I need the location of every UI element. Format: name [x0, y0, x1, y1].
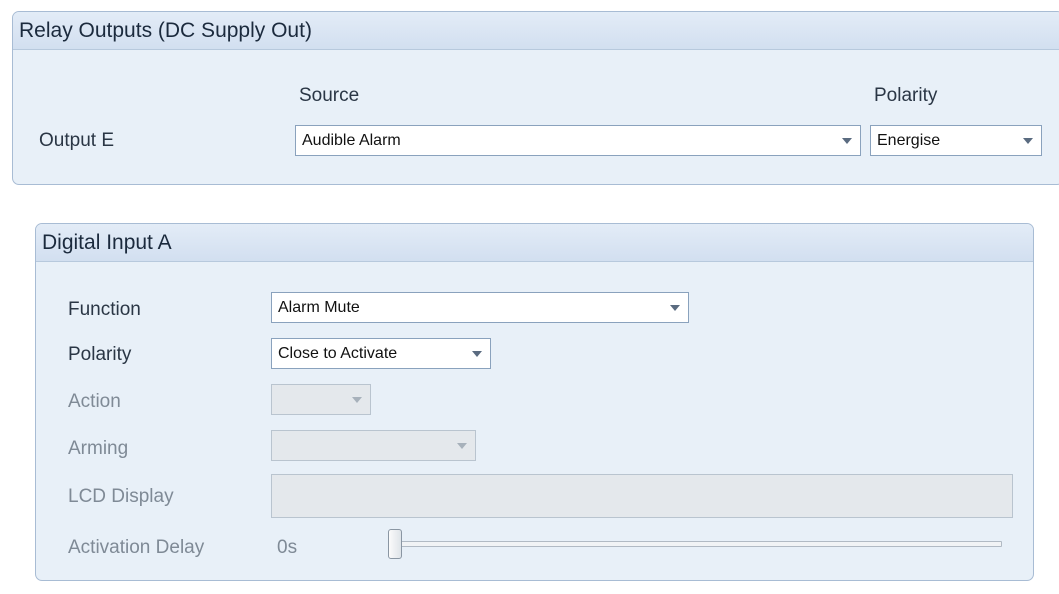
chevron-down-icon — [457, 443, 467, 449]
output-e-source-value: Audible Alarm — [302, 132, 401, 149]
arming-select[interactable] — [271, 430, 476, 461]
lcd-display-input[interactable] — [271, 474, 1013, 518]
function-value: Alarm Mute — [278, 299, 360, 316]
polarity-label: Polarity — [68, 344, 132, 365]
activation-delay-slider-track[interactable] — [390, 541, 1002, 547]
activation-delay-label: Activation Delay — [68, 537, 205, 558]
function-label: Function — [68, 299, 141, 320]
action-label: Action — [68, 391, 121, 412]
chevron-down-icon — [670, 305, 680, 311]
output-e-label: Output E — [39, 130, 114, 151]
chevron-down-icon — [1023, 138, 1033, 144]
polarity-column-header: Polarity — [874, 85, 938, 106]
chevron-down-icon — [842, 138, 852, 144]
output-e-source-select[interactable]: Audible Alarm — [295, 125, 861, 156]
source-column-header: Source — [299, 85, 360, 106]
action-select[interactable] — [271, 384, 371, 415]
chevron-down-icon — [352, 397, 362, 403]
polarity-value: Close to Activate — [278, 345, 398, 362]
digital-input-a-title: Digital Input A — [36, 224, 1033, 262]
relay-outputs-panel: Relay Outputs (DC Supply Out) Source Pol… — [12, 11, 1059, 185]
arming-label: Arming — [68, 438, 129, 459]
output-e-polarity-value: Energise — [877, 132, 941, 149]
activation-delay-slider-thumb[interactable] — [388, 529, 402, 559]
output-e-polarity-select[interactable]: Energise — [870, 125, 1042, 156]
digital-input-a-panel: Digital Input A Function Alarm Mute Pola… — [35, 223, 1034, 581]
activation-delay-value: 0s — [277, 537, 298, 558]
relay-outputs-title: Relay Outputs (DC Supply Out) — [13, 12, 1059, 50]
function-select[interactable]: Alarm Mute — [271, 292, 689, 323]
chevron-down-icon — [472, 351, 482, 357]
polarity-select[interactable]: Close to Activate — [271, 338, 491, 369]
lcd-display-label: LCD Display — [68, 486, 174, 507]
